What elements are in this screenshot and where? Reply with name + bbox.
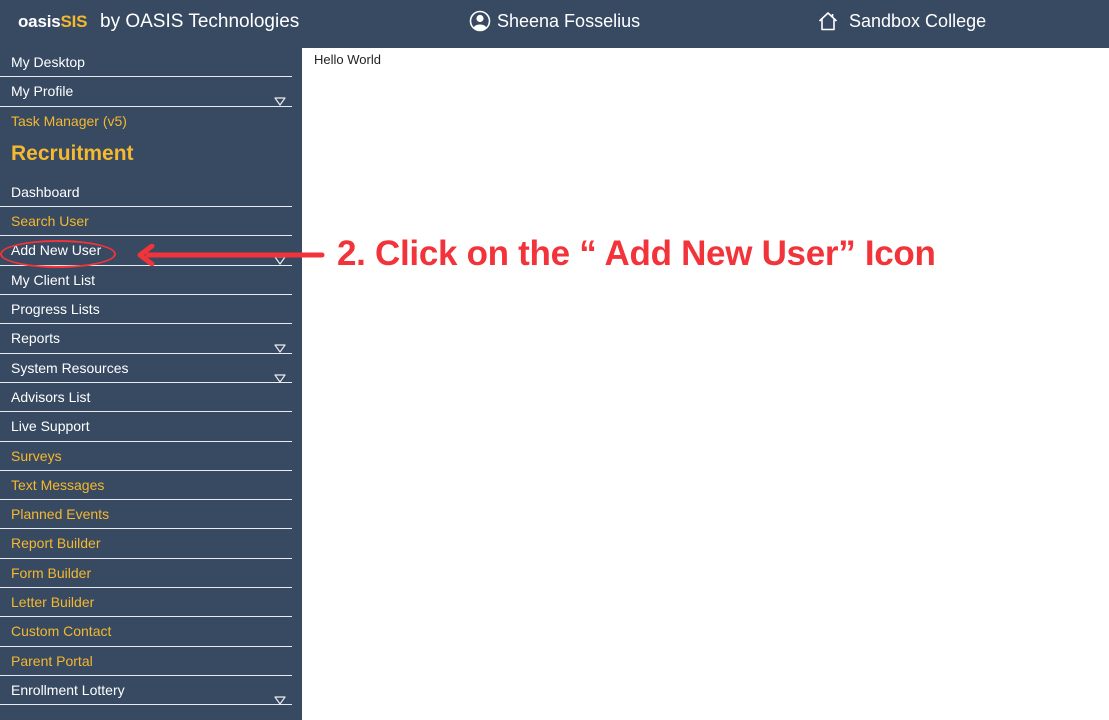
sidebar-item-my-desktop[interactable]: My Desktop xyxy=(0,48,292,78)
chevron-down-icon[interactable] xyxy=(274,334,286,353)
sidebar-item-task-manager-v5[interactable]: Task Manager (v5) xyxy=(0,107,292,136)
sidebar-item-label: Dashboard xyxy=(11,183,80,200)
content-text: Hello World xyxy=(314,52,381,67)
user-menu[interactable]: Sheena Fosselius xyxy=(469,10,640,32)
sidebar-item-planned-events[interactable]: Planned Events xyxy=(0,500,292,530)
sidebar-item-progress-lists[interactable]: Progress Lists xyxy=(0,295,292,325)
brand-prefix: oasis xyxy=(18,12,61,31)
sidebar-item-label: Custom Contact xyxy=(11,623,112,640)
sidebar-item-label: My Profile xyxy=(11,83,74,100)
sidebar-item-text-messages[interactable]: Text Messages xyxy=(0,471,292,501)
chevron-down-icon[interactable] xyxy=(274,364,286,383)
sidebar-item-report-builder[interactable]: Report Builder xyxy=(0,529,292,559)
annotation-arrow-icon xyxy=(136,243,326,271)
sidebar-item-search-user[interactable]: Search User xyxy=(0,207,292,237)
sidebar-item-label: Advisors List xyxy=(11,388,91,405)
user-circle-icon xyxy=(469,10,491,32)
sidebar-item-label: Reports xyxy=(11,330,61,347)
sidebar-item-label: Surveys xyxy=(11,447,62,464)
sidebar-item-label: Search User xyxy=(11,213,89,230)
sidebar-item-my-profile[interactable]: My Profile xyxy=(0,77,292,107)
brand-logo[interactable]: oasisSIS xyxy=(18,12,87,32)
sidebar-item-reports[interactable]: Reports xyxy=(0,324,292,354)
sidebar-item-label: Parent Portal xyxy=(11,652,93,669)
sidebar-item-live-support[interactable]: Live Support xyxy=(0,412,292,442)
sidebar-item-label: Planned Events xyxy=(11,506,110,523)
top-bar: oasisSIS by OASIS Technologies Sheena Fo… xyxy=(0,0,1109,48)
brand-suffix: SIS xyxy=(60,12,88,31)
sidebar-item-enrollment-lottery[interactable]: Enrollment Lottery xyxy=(0,676,292,706)
sidebar: My Desktop My Profile Task Manager (v5) Re… xyxy=(0,48,302,720)
sidebar-item-form-builder[interactable]: Form Builder xyxy=(0,559,292,589)
user-name: Sheena Fosselius xyxy=(497,10,641,31)
sidebar-item-label: System Resources xyxy=(11,359,129,376)
sidebar-item-letter-builder[interactable]: Letter Builder xyxy=(0,588,292,618)
chevron-down-icon[interactable] xyxy=(274,686,286,705)
sidebar-item-label: My Desktop xyxy=(11,54,85,70)
sidebar-item-parent-portal[interactable]: Parent Portal xyxy=(0,647,292,676)
home-icon xyxy=(817,10,839,32)
brand-tagline: by OASIS Technologies xyxy=(100,11,300,32)
sidebar-item-label: Form Builder xyxy=(11,564,92,581)
college-selector[interactable]: Sandbox College xyxy=(817,10,986,32)
sidebar-item-dashboard[interactable]: Dashboard xyxy=(0,178,292,208)
sidebar-item-custom-contact[interactable]: Custom Contact xyxy=(0,617,292,647)
sidebar-item-label: Task Manager (v5) xyxy=(11,112,127,129)
sidebar-item-label: Progress Lists xyxy=(11,301,100,318)
college-name: Sandbox College xyxy=(849,10,987,31)
section-title-recruitment: Recruitment xyxy=(11,141,134,165)
sidebar-item-label: My Client List xyxy=(11,271,96,288)
annotation-instruction: 2. Click on the “ Add New User” Icon xyxy=(337,234,936,273)
sidebar-item-label: Letter Builder xyxy=(11,594,95,611)
main-content: Hello World xyxy=(302,48,1109,720)
sidebar-item-label: Enrollment Lottery xyxy=(11,681,125,698)
annotation-highlight-ellipse xyxy=(0,240,116,268)
sidebar-item-surveys[interactable]: Surveys xyxy=(0,442,292,471)
chevron-down-icon[interactable] xyxy=(274,87,286,106)
sidebar-item-label: Report Builder xyxy=(11,535,101,552)
sidebar-item-advisors-list[interactable]: Advisors List xyxy=(0,383,292,413)
sidebar-item-label: Text Messages xyxy=(11,476,105,493)
sidebar-item-system-resources[interactable]: System Resources xyxy=(0,354,292,383)
sidebar-item-label: Live Support xyxy=(11,418,90,435)
